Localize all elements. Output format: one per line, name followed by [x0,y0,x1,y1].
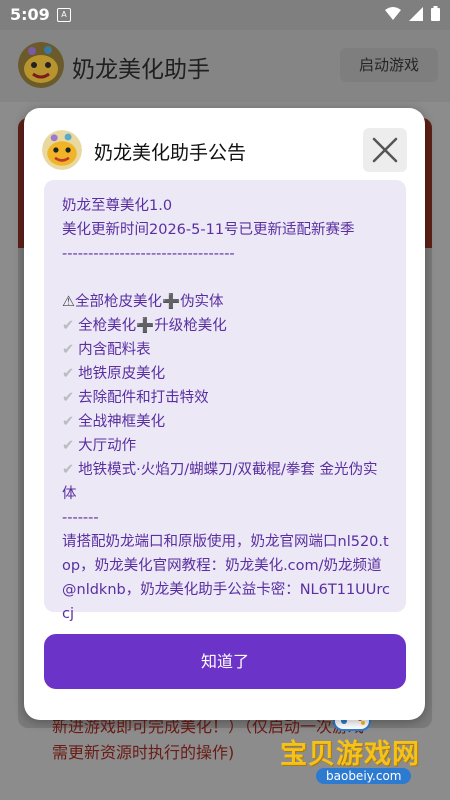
app-title: 奶龙美化助手 [72,57,210,83]
plus-icon: ➕ [136,318,155,334]
content-line: 美化更新时间2026-5-11号已更新适配新赛季 [62,222,355,238]
check-icon: ✔ [62,414,75,430]
content-text: 全战神框美化 [78,414,166,430]
content-line: ✔ 内含配料表 [62,338,392,362]
warning-icon: ⚠ [62,294,75,310]
content-text: 大厅动作 [78,438,137,454]
wifi-icon [385,6,401,20]
watermark-url: baobeiy.com [316,768,412,784]
content-text: 地铁模式·火焰刀/蝴蝶刀/双截棍/拳套 金光伪实体 [62,462,378,502]
content-line: ✔ 大厅动作 [62,434,392,458]
content-line: ✔ 地铁原皮美化 [62,362,392,386]
status-time: 5:09 [10,5,50,24]
launch-game-button[interactable]: 启动游戏 [340,48,438,82]
status-bar: 5:09 A [0,0,450,30]
content-line: ✔ 全枪美化➕升级枪美化 [62,314,392,338]
check-icon: ✔ [62,366,75,382]
system-icons [385,6,440,21]
announcement-dialog: 奶龙美化助手公告 奶龙至尊美化1.0 美化更新时间2026-5-11号已更新适配… [24,108,425,720]
signal-icon [409,6,423,21]
content-line: ✔ 去除配件和打击特效 [62,386,392,410]
content-text: 升级枪美化 [154,318,227,334]
check-icon: ✔ [62,342,75,358]
close-icon [372,137,398,163]
app-bar: 奶龙美化助手 启动游戏 [0,30,450,102]
close-button[interactable] [363,128,407,172]
check-icon: ✔ [62,462,75,478]
content-line: ✔ 地铁模式·火焰刀/蝴蝶刀/双截棍/拳套 金光伪实体 [62,458,392,506]
dialog-title: 奶龙美化助手公告 [94,142,247,164]
dragon-avatar-icon [42,130,82,170]
got-it-button[interactable]: 知道了 [44,634,406,689]
content-line: ✔ 全战神框美化 [62,410,392,434]
content-text: 伪实体 [180,294,224,310]
watermark-text: 宝贝游戏网 [280,739,420,770]
content-text: 去除配件和打击特效 [78,390,209,406]
content-line-empty [62,266,392,290]
content-text: 内含配料表 [78,342,151,358]
content-paragraph: 请搭配奶龙端口和原版使用，奶龙官网端口nl520.top，奶龙美化官网教程：奶龙… [62,534,391,622]
check-icon: ✔ [62,318,75,334]
content-line: ⚠全部枪皮美化➕伪实体 [62,290,392,314]
announcement-content: 奶龙至尊美化1.0 美化更新时间2026-5-11号已更新适配新赛季 -----… [44,180,406,622]
watermark: 宝贝游戏网 baobeiy.com [278,708,438,792]
notification-app-icon: A [57,8,71,22]
content-text: 地铁原皮美化 [78,366,166,382]
check-icon: ✔ [62,390,75,406]
plus-icon: ➕ [162,294,181,310]
content-text: 全枪美化 [78,318,137,334]
separator-line: --------------------------------- [62,246,235,262]
dragon-avatar-icon [18,42,64,88]
content-line: 奶龙至尊美化1.0 [62,198,173,214]
check-icon: ✔ [62,438,75,454]
separator-line: ------- [62,510,99,526]
battery-icon [431,6,440,21]
content-text: 全部枪皮美化 [75,294,162,310]
